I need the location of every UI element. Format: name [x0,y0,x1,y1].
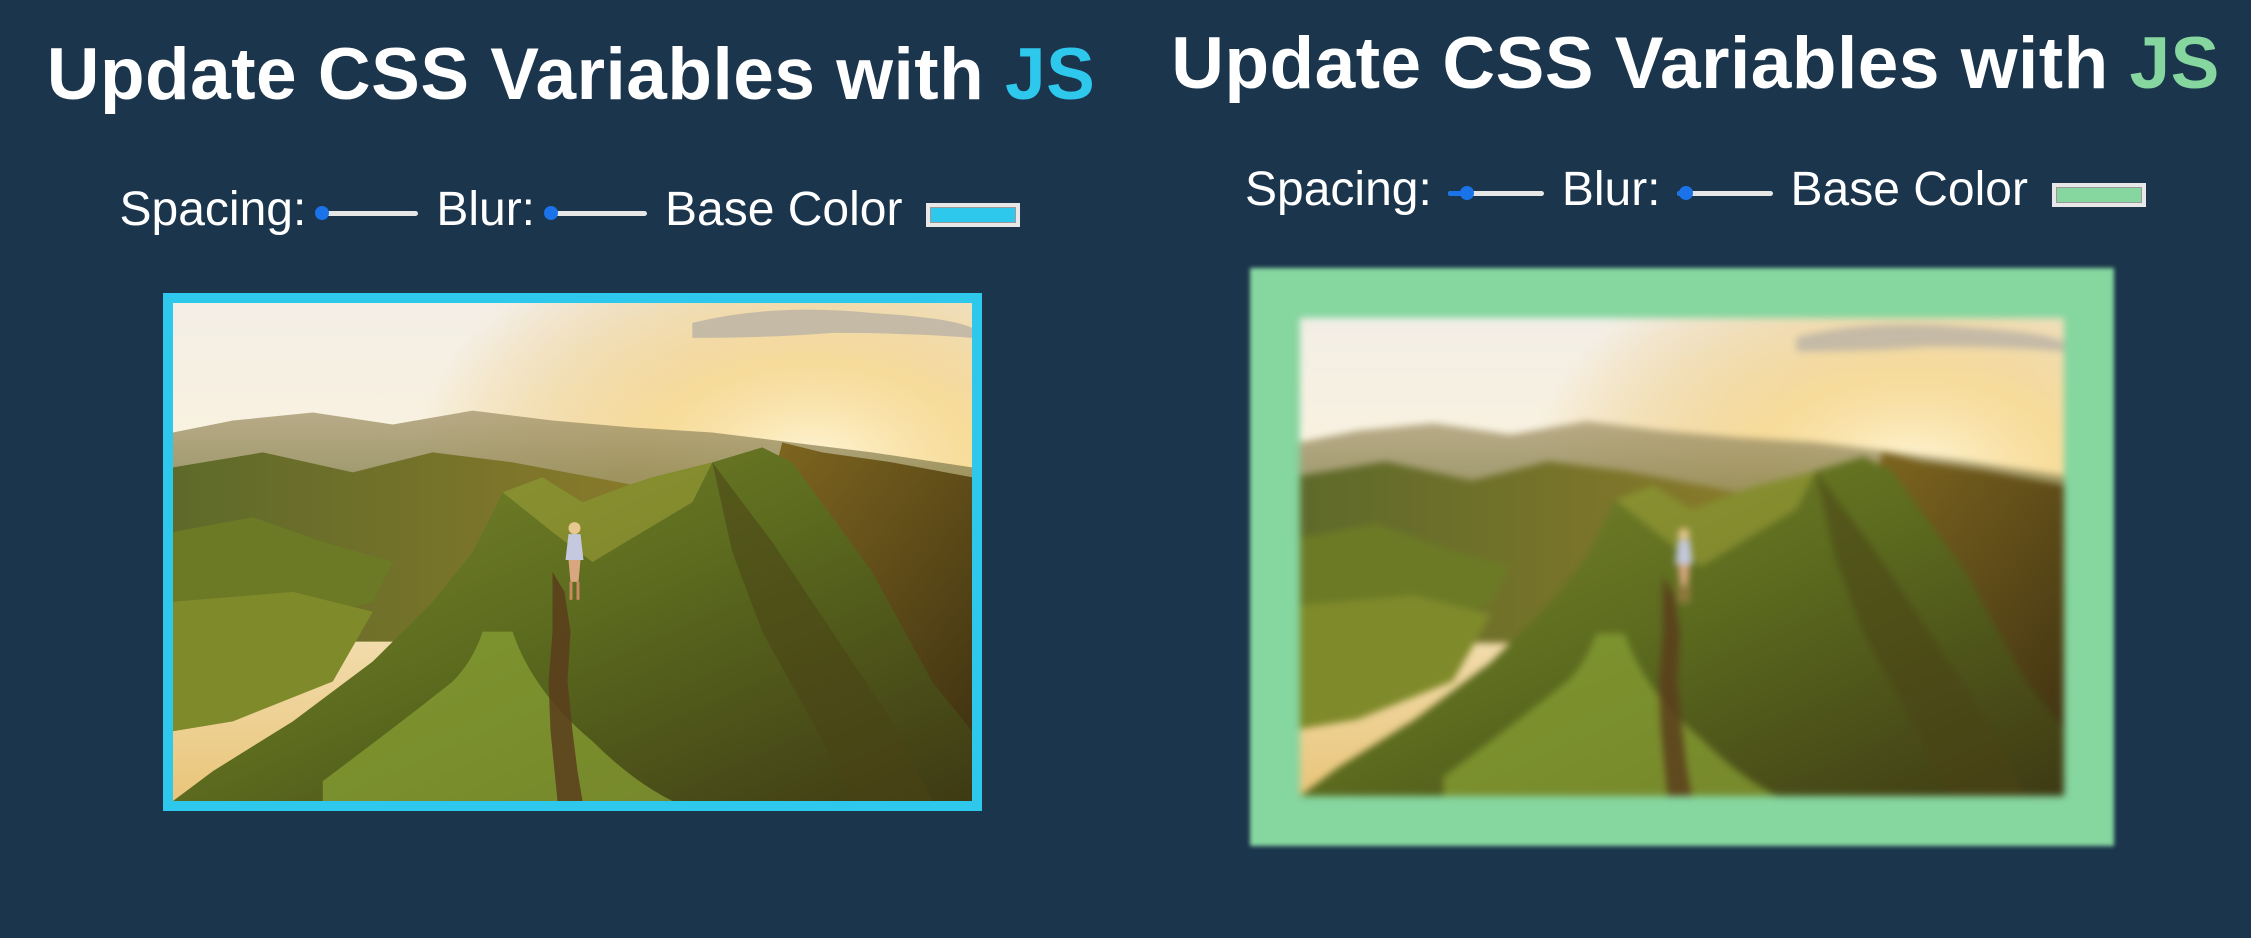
base-color-label: Base Color [665,183,903,236]
slider-track [551,210,648,216]
base-color-picker[interactable] [2051,182,2146,207]
blur-slider[interactable] [544,203,648,223]
panel-right: Update CSS Variables with JS Spacing: Bl… [1140,0,2251,938]
controls-bar: Spacing: Blur: Base Color [1140,162,2251,217]
blur-label: Blur: [436,183,536,236]
base-color-label: Base Color [1790,163,2028,216]
image-frame [163,293,982,811]
blur-slider[interactable] [1676,183,1773,203]
spacing-label: Spacing: [119,183,307,236]
page-title: Update CSS Variables with JS [1140,22,2251,105]
blur-label: Blur: [1561,163,1661,216]
base-color-picker[interactable] [926,202,1021,227]
page-title: Update CSS Variables with JS [2,33,1140,116]
title-text: Update CSS Variables with [1171,23,2130,104]
slider-thumb[interactable] [315,205,330,220]
slider-thumb[interactable] [544,205,559,220]
image-frame [1250,268,2114,846]
controls-bar: Spacing: Blur: Base Color [0,182,1140,237]
title-text: Update CSS Variables with [46,34,1005,115]
spacing-label: Spacing: [1245,163,1432,216]
spacing-slider[interactable] [1447,183,1544,203]
slider-thumb[interactable] [1679,185,1694,200]
slider-track [322,210,419,216]
spacing-slider[interactable] [315,203,419,223]
mountain-hiker-photo [173,303,972,801]
title-accent-js: JS [1004,34,1096,115]
slider-thumb[interactable] [1460,185,1474,200]
mountain-hiker-photo [1300,318,2064,796]
title-accent-js: JS [2129,23,2220,104]
panel-left: Update CSS Variables with JS Spacing: Bl… [0,0,1140,938]
